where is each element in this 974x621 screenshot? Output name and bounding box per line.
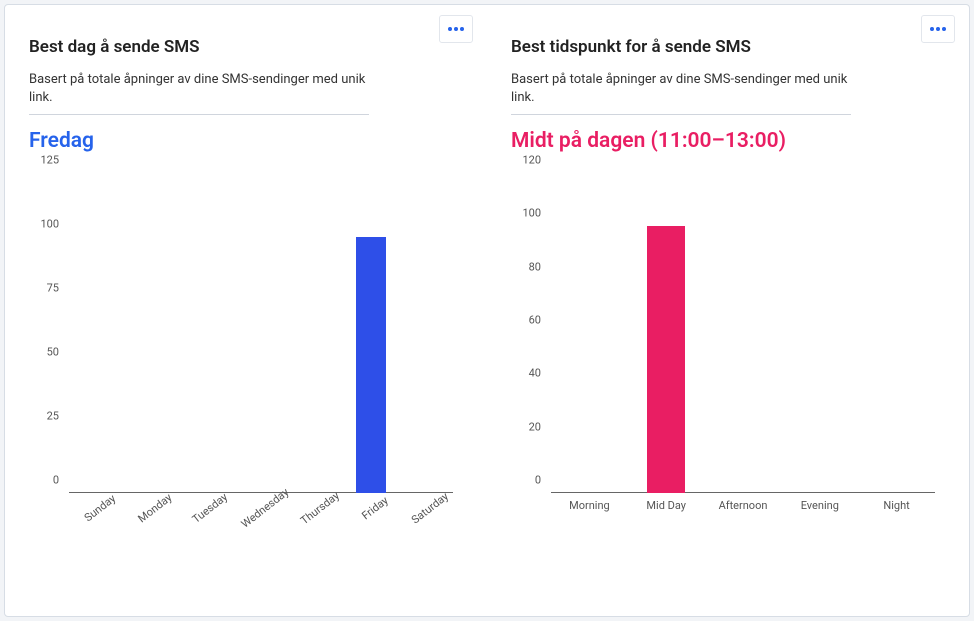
y-tick-label: 120 — [511, 154, 541, 167]
y-tick-label: 75 — [29, 282, 59, 295]
x-tick-label: Evening — [801, 499, 839, 512]
bar — [356, 237, 386, 493]
ellipsis-icon — [930, 27, 946, 31]
y-tick-label: 40 — [511, 367, 541, 380]
dashboard-container: Best dag å sende SMS Basert på totale åp… — [4, 4, 970, 617]
y-tick-label: 50 — [29, 346, 59, 359]
y-axis: 020406080100120 — [511, 173, 547, 493]
best-time-chart: 020406080100120MorningMid DayAfternoonEv… — [511, 173, 945, 553]
best-time-highlight: Midt på dagen (11:00–13:00) — [511, 129, 945, 153]
x-tick-label: Thursday — [298, 489, 342, 527]
best-day-chart: 0255075100125SundayMondayTuesdayWednesda… — [29, 173, 463, 553]
y-tick-label: 100 — [511, 207, 541, 220]
card-subtitle: Basert på totale åpninger av dine SMS-se… — [511, 71, 851, 115]
plot-area — [551, 173, 935, 493]
x-axis: SundayMondayTuesdayWednesdayThursdayFrid… — [69, 493, 453, 553]
y-tick-label: 0 — [29, 474, 59, 487]
y-tick-label: 100 — [29, 218, 59, 231]
y-tick-label: 0 — [511, 474, 541, 487]
bar — [647, 226, 685, 493]
best-day-card: Best dag å sende SMS Basert på totale åp… — [5, 5, 487, 616]
x-tick-label: Night — [883, 499, 909, 512]
x-tick-label: Sunday — [82, 492, 118, 524]
plot-area — [69, 173, 453, 493]
x-tick-label: Tuesday — [190, 490, 230, 525]
best-day-highlight: Fredag — [29, 129, 463, 153]
x-tick-label: Morning — [569, 499, 610, 512]
x-tick-label: Friday — [359, 494, 390, 523]
ellipsis-icon — [448, 27, 464, 31]
more-options-button[interactable] — [439, 15, 473, 43]
x-tick-label: Saturday — [409, 490, 451, 527]
y-tick-label: 20 — [511, 420, 541, 433]
y-tick-label: 60 — [511, 314, 541, 327]
y-tick-label: 125 — [29, 154, 59, 167]
x-tick-label: Afternoon — [719, 499, 768, 512]
x-tick-label: Mid Day — [646, 499, 686, 512]
best-time-card: Best tidspunkt for å sende SMS Basert på… — [487, 5, 969, 616]
y-tick-label: 25 — [29, 410, 59, 423]
card-title: Best tidspunkt for å sende SMS — [511, 37, 945, 57]
more-options-button[interactable] — [921, 15, 955, 43]
y-tick-label: 80 — [511, 260, 541, 273]
y-axis: 0255075100125 — [29, 173, 65, 493]
x-tick-label: Wednesday — [239, 486, 292, 531]
x-tick-label: Monday — [136, 491, 175, 525]
card-title: Best dag å sende SMS — [29, 37, 463, 57]
x-axis: Morning Mid Day Afternoon Evening Night — [551, 493, 935, 553]
card-subtitle: Basert på totale åpninger av dine SMS-se… — [29, 71, 369, 115]
